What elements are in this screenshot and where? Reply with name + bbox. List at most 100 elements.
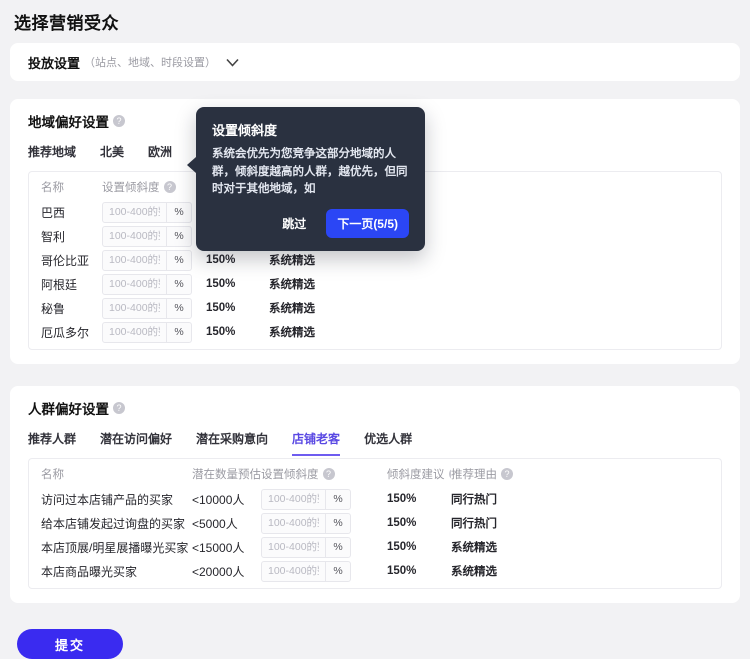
col-name: 名称 xyxy=(41,179,102,195)
help-icon[interactable]: ? xyxy=(113,115,125,127)
audience-estimate: <20000人 xyxy=(192,563,261,580)
audience-preference-card: 人群偏好设置 ? 推荐人群 潜在访问偏好 潜在采购意向 店铺老客 优选人群 名称… xyxy=(10,386,740,603)
tab-europe[interactable]: 欧洲 xyxy=(148,143,172,169)
tilt-input[interactable] xyxy=(103,251,166,270)
percent-suffix: % xyxy=(166,251,191,270)
help-icon[interactable]: ? xyxy=(113,402,125,414)
table-row: 阿根廷 % 150% 系统精选 xyxy=(41,272,709,296)
chevron-down-icon[interactable] xyxy=(226,58,239,67)
tilt-input[interactable] xyxy=(103,323,166,342)
audience-name: 本店商品曝光买家 xyxy=(41,563,192,580)
tab-recommended-regions[interactable]: 推荐地域 xyxy=(28,143,76,169)
tilt-suggestion: 150% xyxy=(206,254,269,266)
tilt-input-group: % xyxy=(102,202,192,223)
col-tilt: 设置倾斜度 ? xyxy=(261,466,387,482)
percent-suffix: % xyxy=(325,490,350,509)
tilt-input[interactable] xyxy=(103,227,166,246)
page-footer: 提交 xyxy=(17,629,750,659)
next-page-button[interactable]: 下一页(5/5) xyxy=(326,209,409,238)
tilt-input[interactable] xyxy=(262,514,325,533)
tilt-input-group: % xyxy=(261,489,351,510)
tilt-input-group: % xyxy=(102,298,192,319)
col-reason: 推荐理由 ? xyxy=(451,466,709,482)
help-icon[interactable]: ? xyxy=(164,181,176,193)
recommend-reason: 系统精选 xyxy=(269,276,709,292)
skip-button[interactable]: 跳过 xyxy=(282,215,306,232)
region-name: 阿根廷 xyxy=(41,276,102,293)
percent-suffix: % xyxy=(325,514,350,533)
col-suggestion: 倾斜度建议 ? xyxy=(387,466,451,482)
tilt-input-group: % xyxy=(102,322,192,343)
percent-suffix: % xyxy=(166,203,191,222)
region-name: 智利 xyxy=(41,228,102,245)
tilt-suggestion: 150% xyxy=(206,278,269,290)
table-row: 秘鲁 % 150% 系统精选 xyxy=(41,296,709,320)
percent-suffix: % xyxy=(166,323,191,342)
tilt-input-group: % xyxy=(102,274,192,295)
audience-name: 访问过本店铺产品的买家 xyxy=(41,491,192,508)
region-name: 哥伦比亚 xyxy=(41,252,102,269)
tab-potential-purchase-intent[interactable]: 潜在采购意向 xyxy=(196,430,268,456)
tooltip-body: 系统会优先为您竞争这部分地域的人群，倾斜度越高的人群，越优先，但同时对于其他地域… xyxy=(212,146,409,199)
tilt-input[interactable] xyxy=(103,203,166,222)
tab-preferred-audience[interactable]: 优选人群 xyxy=(364,430,412,456)
table-row: 本店商品曝光买家 <20000人 % 150% 系统精选 xyxy=(41,559,709,583)
table-row: 本店顶展/明星展播曝光买家 <15000人 % 150% 系统精选 xyxy=(41,535,709,559)
region-name: 巴西 xyxy=(41,204,102,221)
audience-estimate: <10000人 xyxy=(192,491,261,508)
recommend-reason: 同行热门 xyxy=(451,491,709,507)
tilt-suggestion: 150% xyxy=(206,326,269,338)
audience-estimate: <5000人 xyxy=(192,515,261,532)
tab-potential-visit-preference[interactable]: 潜在访问偏好 xyxy=(100,430,172,456)
table-row: 哥伦比亚 % 150% 系统精选 xyxy=(41,248,709,272)
tilt-suggestion: 150% xyxy=(387,541,451,553)
audience-name: 给本店铺发起过询盘的买家 xyxy=(41,515,192,532)
tab-recommended-audience[interactable]: 推荐人群 xyxy=(28,430,76,456)
tilt-suggestion: 150% xyxy=(206,302,269,314)
tilt-input-group: % xyxy=(261,537,351,558)
placement-settings-subtitle: （站点、地域、时段设置） xyxy=(84,54,216,70)
tilt-suggestion: 150% xyxy=(387,565,451,577)
table-row: 访问过本店铺产品的买家 <10000人 % 150% 同行热门 xyxy=(41,487,709,511)
table-row: 给本店铺发起过询盘的买家 <5000人 % 150% 同行热门 xyxy=(41,511,709,535)
audience-table-header: 名称 潜在数量预估 ? 设置倾斜度 ? 倾斜度建议 ? 推荐理由 ? xyxy=(41,461,709,487)
recommend-reason: 系统精选 xyxy=(269,252,709,268)
percent-suffix: % xyxy=(166,299,191,318)
tilt-input[interactable] xyxy=(262,490,325,509)
tab-store-repeat-customers[interactable]: 店铺老客 xyxy=(292,430,340,456)
tab-north-america[interactable]: 北美 xyxy=(100,143,124,169)
col-name: 名称 xyxy=(41,466,192,482)
help-icon[interactable]: ? xyxy=(501,468,513,480)
region-name: 秘鲁 xyxy=(41,300,102,317)
percent-suffix: % xyxy=(166,227,191,246)
audience-tabs: 推荐人群 潜在访问偏好 潜在采购意向 店铺老客 优选人群 xyxy=(28,430,722,456)
onboarding-tooltip: 设置倾斜度 系统会优先为您竞争这部分地域的人群，倾斜度越高的人群，越优先，但同时… xyxy=(196,107,425,251)
region-name: 厄瓜多尔 xyxy=(41,324,102,341)
percent-suffix: % xyxy=(325,538,350,557)
audience-name: 本店顶展/明星展播曝光买家 xyxy=(41,539,192,556)
recommend-reason: 系统精选 xyxy=(269,324,709,340)
placement-settings-bar[interactable]: 投放设置 （站点、地域、时段设置） xyxy=(10,43,740,81)
audience-estimate: <15000人 xyxy=(192,539,261,556)
help-icon[interactable]: ? xyxy=(323,468,335,480)
placement-settings-title: 投放设置 xyxy=(28,53,80,72)
tilt-input[interactable] xyxy=(103,275,166,294)
tilt-input-group: % xyxy=(102,250,192,271)
tilt-suggestion: 150% xyxy=(387,517,451,529)
col-tilt: 设置倾斜度 ? xyxy=(102,179,206,195)
tilt-input[interactable] xyxy=(103,299,166,318)
percent-suffix: % xyxy=(325,562,350,581)
recommend-reason: 系统精选 xyxy=(451,563,709,579)
region-section-title: 地域偏好设置 xyxy=(28,111,109,131)
tooltip-arrow-icon xyxy=(187,157,196,173)
submit-button[interactable]: 提交 xyxy=(17,629,123,659)
recommend-reason: 系统精选 xyxy=(269,300,709,316)
tilt-input-group: % xyxy=(261,513,351,534)
audience-section-title: 人群偏好设置 xyxy=(28,398,109,418)
tooltip-title: 设置倾斜度 xyxy=(212,120,409,139)
recommend-reason: 同行热门 xyxy=(451,515,709,531)
tilt-input-group: % xyxy=(261,561,351,582)
page-title: 选择营销受众 xyxy=(0,0,750,34)
tilt-input[interactable] xyxy=(262,562,325,581)
tilt-input[interactable] xyxy=(262,538,325,557)
